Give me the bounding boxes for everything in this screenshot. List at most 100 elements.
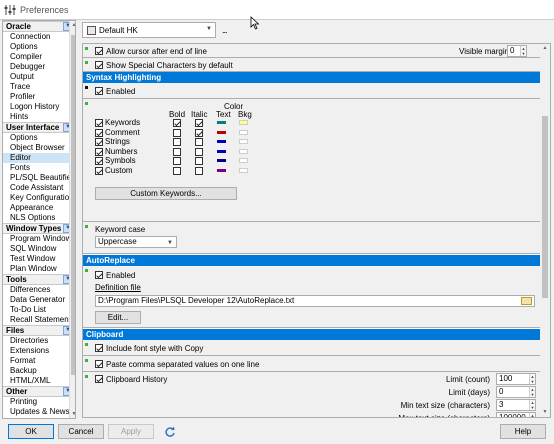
definition-file-input[interactable]: D:\Program Files\PLSQL Developer 12\Auto… — [95, 295, 535, 307]
italic-checkbox[interactable] — [195, 119, 203, 127]
syntax-item-checkbox[interactable] — [95, 119, 103, 127]
clipboard-field-input[interactable]: 100000▲▼ — [496, 412, 536, 417]
cancel-button[interactable]: Cancel — [58, 424, 104, 439]
category-item[interactable]: Output — [3, 72, 75, 82]
category-scrollbar[interactable]: ▲ ▼ — [69, 21, 75, 418]
content-scrollbar[interactable]: ▲ ▼ — [540, 44, 550, 417]
italic-checkbox[interactable] — [195, 128, 203, 137]
clipboard-field-input[interactable]: 0 ▲ ▼ — [496, 386, 536, 398]
allow-cursor-checkbox[interactable] — [95, 47, 103, 55]
category-item[interactable]: Object Browser — [3, 143, 75, 153]
text-color-swatch[interactable] — [217, 169, 226, 172]
italic-checkbox[interactable] — [195, 167, 203, 175]
spinner-icon[interactable]: ▲▼ — [529, 413, 535, 417]
scroll-up-icon[interactable]: ▲ — [540, 44, 550, 53]
paste-comma-checkbox[interactable] — [95, 360, 103, 368]
category-item[interactable]: Options — [3, 133, 75, 143]
clipboard-history-checkbox[interactable] — [95, 375, 103, 383]
category-item[interactable]: Differences — [3, 285, 75, 295]
category-item[interactable]: Plan Window — [3, 264, 75, 274]
category-item[interactable]: SQL Window — [3, 244, 75, 254]
category-item[interactable]: Editor — [3, 153, 75, 163]
profile-select[interactable]: Default HK ▼ — [82, 22, 216, 38]
category-item[interactable]: Profiler — [3, 92, 75, 102]
italic-checkbox[interactable] — [195, 147, 203, 156]
category-item[interactable]: Key Configuration — [3, 193, 75, 203]
italic-checkbox[interactable] — [195, 138, 203, 147]
category-item[interactable]: NLS Options — [3, 213, 75, 223]
category-item[interactable]: Directories — [3, 336, 75, 346]
bkg-color-swatch[interactable] — [239, 168, 248, 173]
include-font-checkbox[interactable] — [95, 344, 103, 352]
text-color-swatch[interactable] — [217, 121, 226, 124]
bold-checkbox[interactable] — [173, 128, 181, 137]
category-item[interactable]: Updates & News — [3, 407, 75, 417]
clipboard-field-input[interactable]: 3 ▲ ▼ — [496, 399, 536, 411]
category-item[interactable]: Logon History — [3, 102, 75, 112]
category-item[interactable]: Fonts — [3, 163, 75, 173]
bkg-color-swatch[interactable] — [239, 158, 248, 164]
text-color-swatch[interactable] — [217, 140, 226, 144]
scroll-down-icon[interactable]: ▼ — [70, 410, 75, 418]
category-item[interactable]: To-Do List — [3, 305, 75, 315]
category-item[interactable]: HTML/XML — [3, 376, 75, 386]
category-list[interactable]: Oracle ▼ Connection Options Compiler Debugger… — [2, 20, 76, 419]
category-item[interactable]: Extensions — [3, 346, 75, 356]
category-item[interactable]: Test Window — [3, 254, 75, 264]
edit-button[interactable]: Edit... — [95, 311, 141, 324]
custom-keywords-button[interactable]: Custom Keywords... — [95, 187, 237, 200]
syntax-item-checkbox[interactable] — [95, 157, 103, 166]
text-color-swatch[interactable] — [217, 159, 226, 163]
spinner-icon[interactable]: ▲▼ — [529, 400, 535, 410]
category-group-header[interactable]: Files ▼ — [3, 325, 75, 336]
bold-checkbox[interactable] — [173, 147, 181, 156]
category-item[interactable]: Printing — [3, 397, 75, 407]
profile-more-button[interactable]: ... — [222, 25, 227, 35]
syntax-enabled-checkbox[interactable] — [95, 87, 103, 95]
bkg-color-swatch[interactable] — [239, 148, 248, 154]
category-group-header[interactable]: Oracle ▼ — [3, 21, 75, 32]
bold-checkbox[interactable] — [173, 119, 181, 127]
category-group-header[interactable]: User Interface ▼ — [3, 122, 75, 133]
syntax-item-checkbox[interactable] — [95, 138, 103, 147]
syntax-item-checkbox[interactable] — [95, 147, 103, 156]
bold-checkbox[interactable] — [173, 167, 181, 175]
show-special-checkbox[interactable] — [95, 61, 103, 69]
category-item[interactable]: Code Assistant — [3, 183, 75, 193]
category-item[interactable]: Program Window — [3, 234, 75, 244]
spinner-icon[interactable]: ▲▼ — [529, 387, 535, 397]
category-item[interactable]: Hints — [3, 112, 75, 122]
category-item[interactable]: Recall Statement — [3, 315, 75, 325]
scroll-down-icon[interactable]: ▼ — [540, 408, 550, 417]
bkg-color-swatch[interactable] — [239, 129, 248, 135]
scroll-thumb[interactable] — [542, 116, 548, 298]
category-item[interactable]: Data Generator — [3, 295, 75, 305]
text-color-swatch[interactable] — [217, 149, 226, 153]
category-item[interactable]: Connection — [3, 32, 75, 42]
scroll-up-icon[interactable]: ▲ — [70, 21, 75, 29]
spinner-icon[interactable]: ▲▼ — [529, 374, 535, 384]
scroll-thumb[interactable] — [71, 35, 75, 375]
category-group-header[interactable]: Other ▼ — [3, 386, 75, 397]
clipboard-field-input[interactable]: 100 ▲ ▼ — [496, 373, 536, 385]
visible-margin-input[interactable]: 0 ▲ ▼ — [507, 45, 527, 57]
category-item[interactable]: Debugger — [3, 62, 75, 72]
autoreplace-enabled-checkbox[interactable] — [95, 271, 103, 279]
category-item[interactable]: Backup — [3, 366, 75, 376]
text-color-swatch[interactable] — [217, 130, 226, 134]
apply-button[interactable]: Apply — [108, 424, 154, 439]
bold-checkbox[interactable] — [173, 157, 181, 166]
category-group-header[interactable]: Window Types ▼ — [3, 223, 75, 234]
keyword-case-select[interactable]: Uppercase ▼ — [95, 236, 177, 248]
bold-checkbox[interactable] — [173, 138, 181, 147]
category-item[interactable]: Options — [3, 42, 75, 52]
refresh-icon[interactable] — [164, 426, 176, 438]
ok-button[interactable]: OK — [8, 424, 54, 439]
syntax-item-checkbox[interactable] — [95, 128, 103, 137]
help-button[interactable]: Help — [500, 424, 546, 439]
category-item[interactable]: Trace — [3, 82, 75, 92]
bkg-color-swatch[interactable] — [239, 139, 248, 145]
italic-checkbox[interactable] — [195, 157, 203, 166]
syntax-item-checkbox[interactable] — [95, 167, 103, 175]
category-item[interactable]: Compiler — [3, 52, 75, 62]
